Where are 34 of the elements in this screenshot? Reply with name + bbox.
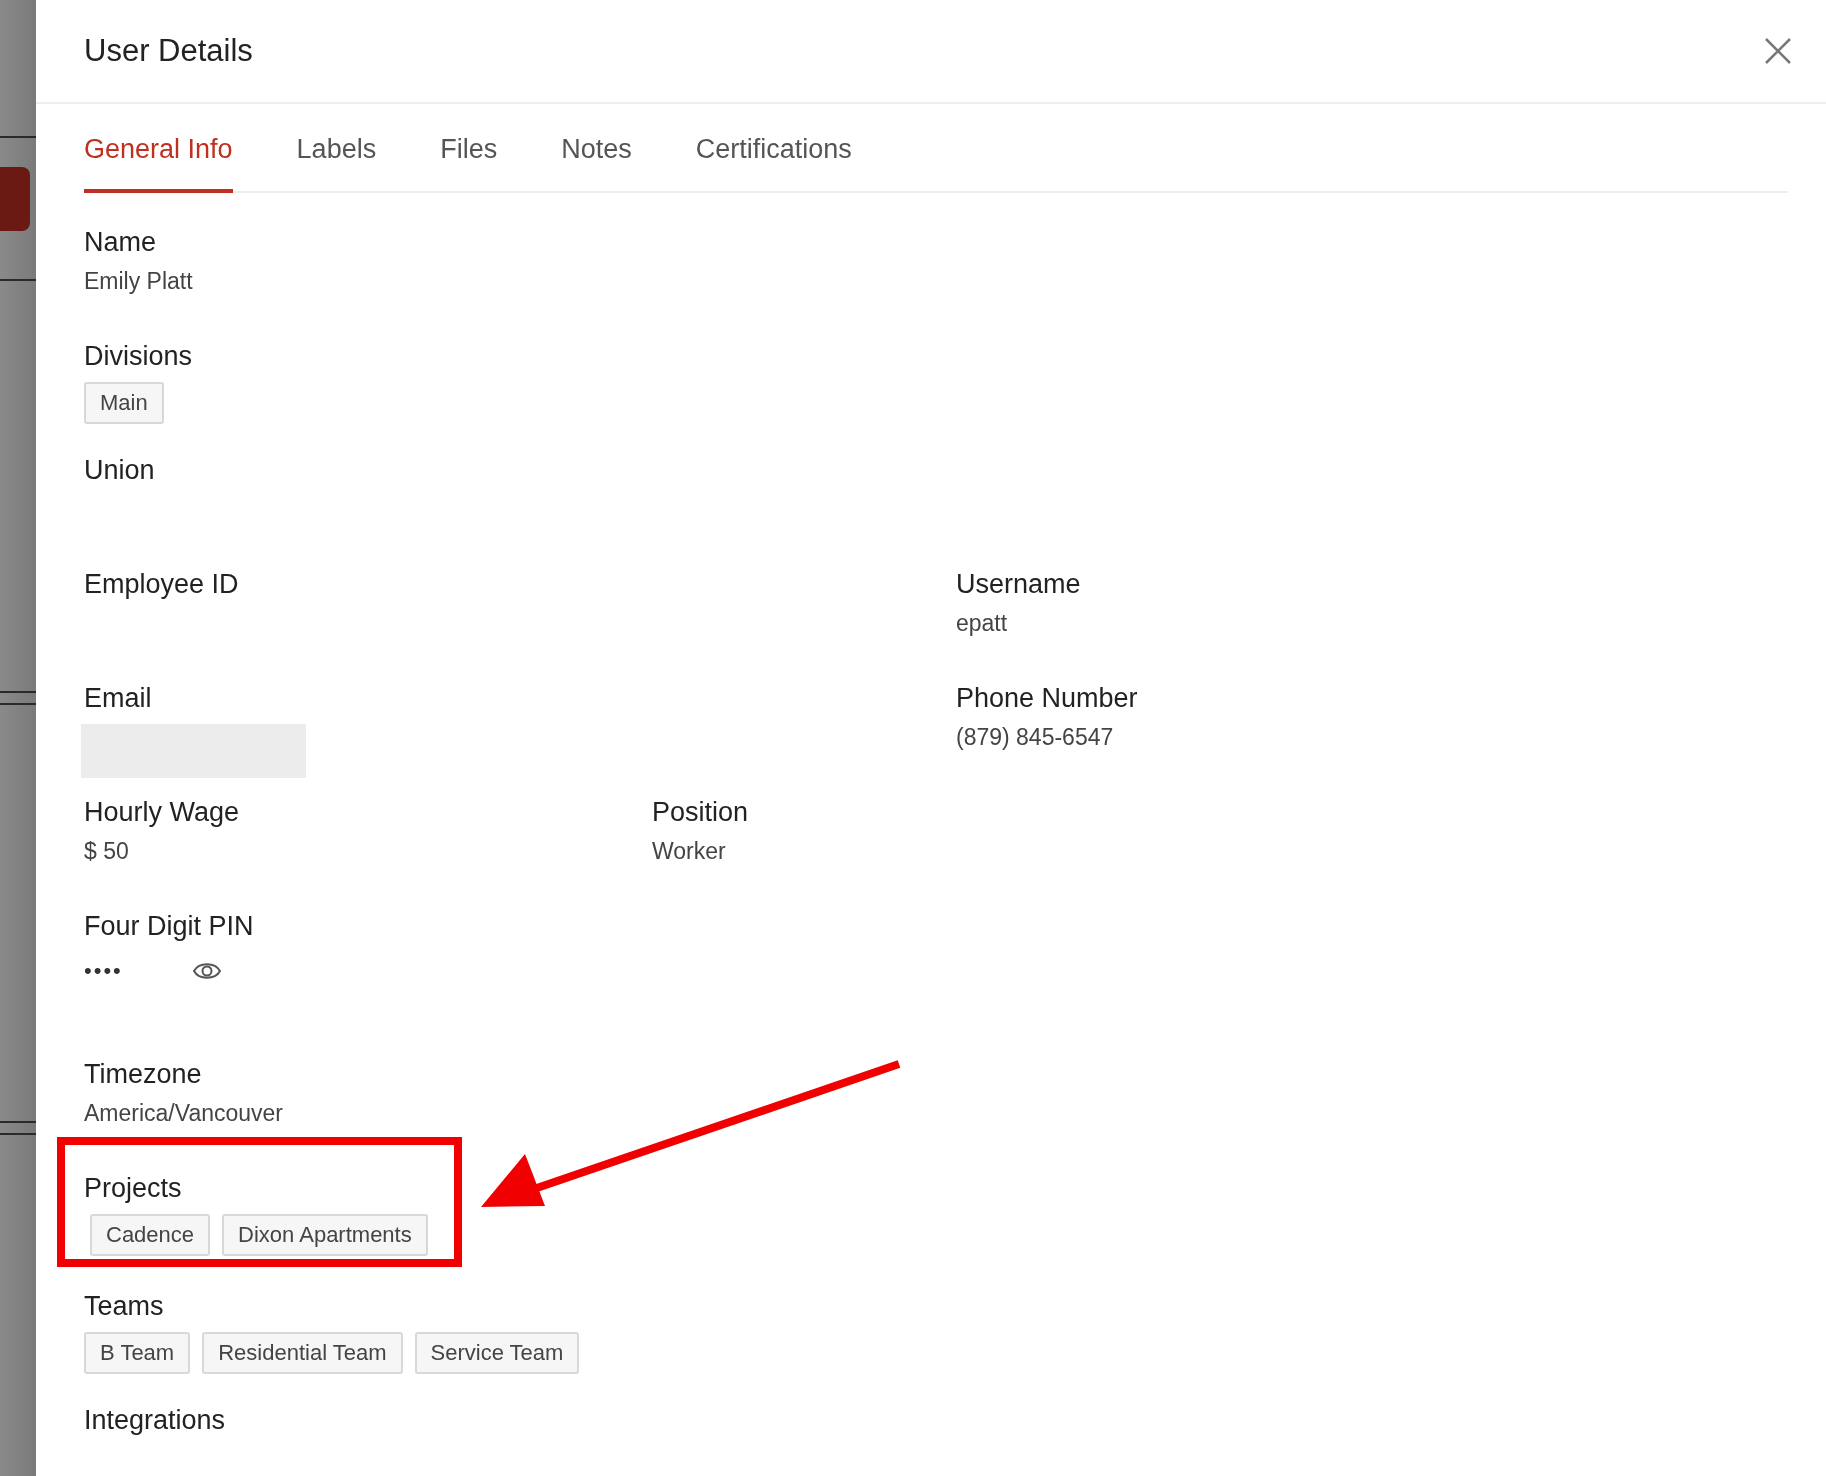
field-label: Employee ID	[84, 569, 239, 600]
field-value: Emily Platt	[84, 268, 193, 295]
tab[interactable]: Labels	[296, 134, 377, 193]
tag-chip: Cadence	[90, 1214, 211, 1256]
eye-icon[interactable]	[192, 961, 221, 981]
dialog-title: User Details	[84, 33, 253, 69]
field-label: Divisions	[84, 341, 193, 372]
tag-chip: B Team	[84, 1332, 191, 1374]
tag-chip: Main	[84, 382, 164, 424]
tab[interactable]: General Info	[84, 134, 233, 193]
field-label: Phone Number	[956, 683, 1138, 714]
tag-chip: Service Team	[414, 1332, 580, 1374]
tag-chip: Residential Team	[202, 1332, 403, 1374]
field-label: Union	[84, 455, 155, 486]
tab[interactable]: Certifications	[695, 134, 852, 193]
field-value: $ 50	[84, 838, 129, 865]
field-label: Integrations	[84, 1405, 226, 1436]
masked-pin: ••••	[84, 958, 123, 984]
field-label: Projects	[84, 1173, 182, 1204]
field-label: Four Digit PIN	[84, 911, 254, 942]
field-label: Name	[84, 227, 157, 258]
field-label: Username	[956, 569, 1081, 600]
field-value: epatt	[956, 610, 1008, 637]
field-label: Hourly Wage	[84, 797, 240, 828]
field-value: America/Vancouver	[84, 1100, 283, 1127]
field-value: (879) 845-6547	[956, 724, 1114, 751]
tab[interactable]: Notes	[561, 134, 632, 193]
field-label: Timezone	[84, 1059, 202, 1090]
tag-chip: Dixon Apartments	[222, 1214, 428, 1256]
field-value: Worker	[652, 838, 726, 865]
tab[interactable]: Files	[440, 134, 498, 193]
field-label: Position	[652, 797, 749, 828]
field-label: Teams	[84, 1291, 164, 1322]
field-label: Email	[84, 683, 152, 714]
